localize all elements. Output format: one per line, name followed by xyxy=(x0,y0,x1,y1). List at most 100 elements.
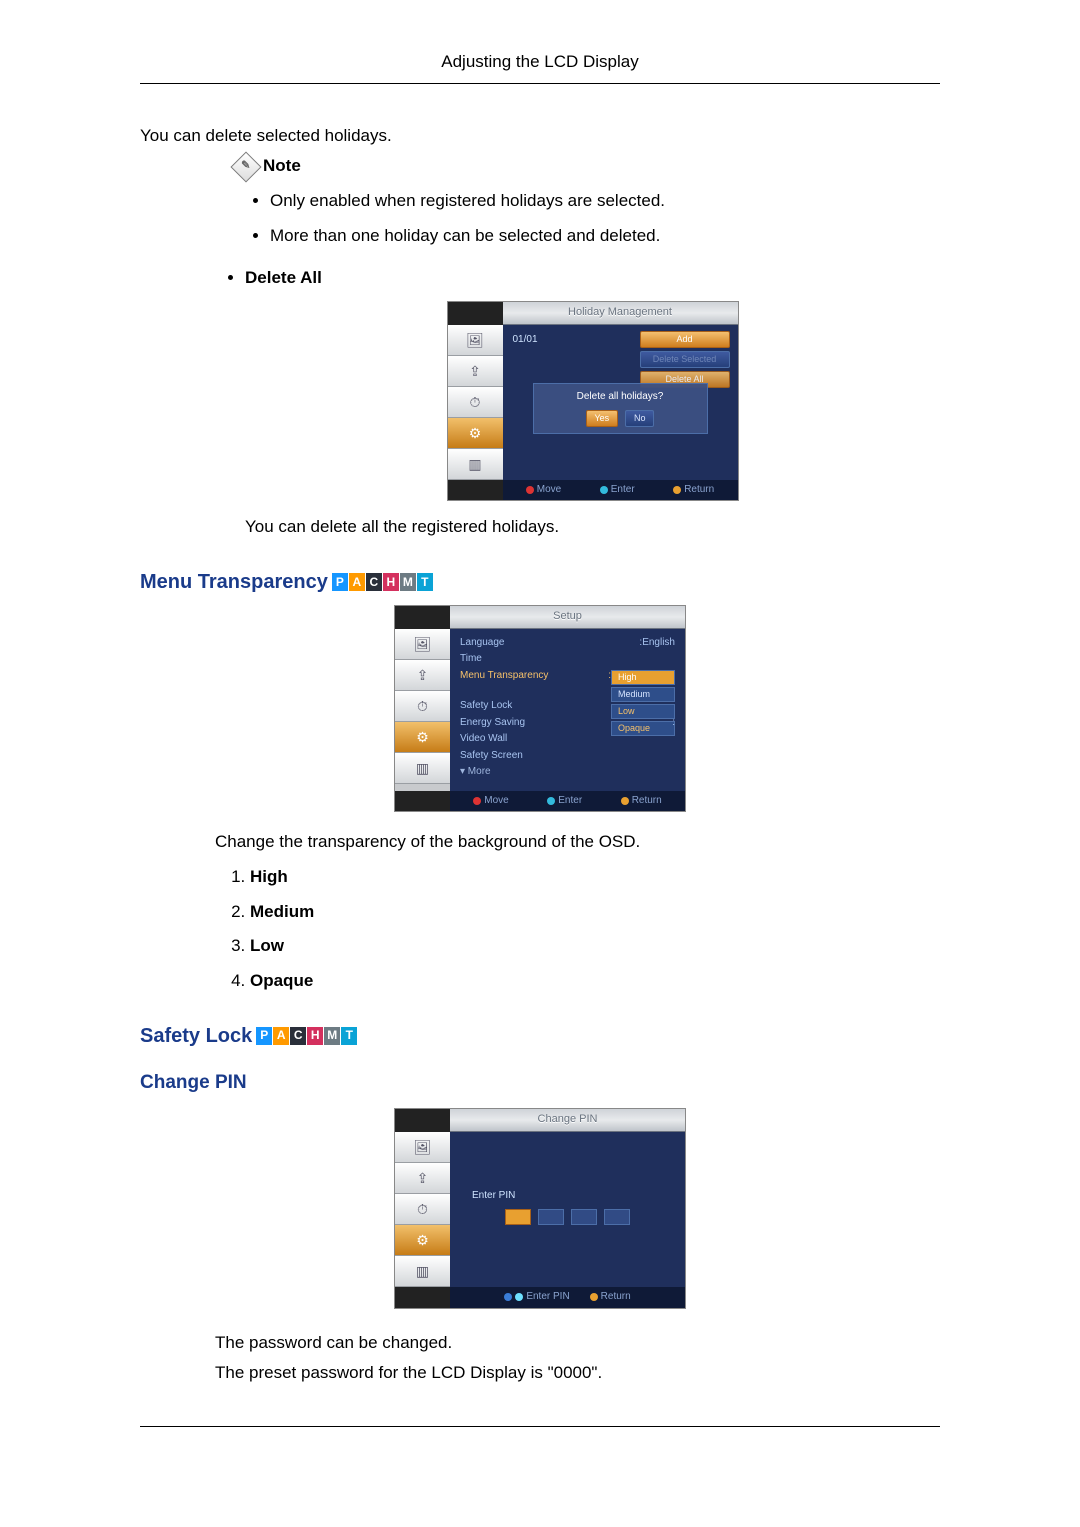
delete-all-block: Delete All Holiday Management 🖼 ⇪ ⏱ ⚙ ▥ … xyxy=(245,266,940,540)
section-safety-lock: Safety Lock P A C H M T xyxy=(140,1022,940,1051)
input-icon[interactable]: ⇪ xyxy=(395,660,450,691)
footer-enter: Enter xyxy=(558,794,582,809)
picture-icon[interactable]: 🖼 xyxy=(395,629,450,660)
pin-desc-1: The password can be changed. xyxy=(215,1331,940,1356)
settings-icon[interactable]: ⚙ xyxy=(395,1225,450,1256)
pin-digit-3[interactable] xyxy=(571,1209,597,1225)
pin-digit-4[interactable] xyxy=(604,1209,630,1225)
chip-c-icon: C xyxy=(366,573,382,591)
clock-icon[interactable]: ⏱ xyxy=(395,691,450,722)
section-menu-transparency: Menu Transparency P A C H M T xyxy=(140,568,940,597)
osd-title: Change PIN xyxy=(450,1109,685,1132)
menu-energy-saving[interactable]: Energy Saving: xyxy=(450,715,685,732)
confirm-dialog: Delete all holidays? Yes No xyxy=(533,383,708,435)
menu-safety-lock[interactable]: Safety Lock xyxy=(450,698,685,715)
dot-icon xyxy=(515,1293,523,1301)
chip-t-icon: T xyxy=(341,1027,357,1045)
footer-move: Move xyxy=(484,794,508,809)
dot-icon xyxy=(473,797,481,805)
input-icon[interactable]: ⇪ xyxy=(448,356,503,387)
chip-h-icon: H xyxy=(307,1027,323,1045)
osd-footer: Move Enter Return xyxy=(503,480,738,501)
footer-return: Return xyxy=(684,483,714,498)
settings-icon[interactable]: ⚙ xyxy=(448,418,503,449)
footer-return: Return xyxy=(601,1290,631,1305)
delete-all-desc: You can delete all the registered holida… xyxy=(245,515,940,540)
chip-m-icon: M xyxy=(324,1027,340,1045)
section-change-pin: Change PIN xyxy=(140,1069,940,1097)
chip-a-icon: A xyxy=(349,573,365,591)
footer-enter: Enter xyxy=(611,483,635,498)
confirm-text: Delete all holidays? xyxy=(540,390,701,405)
chip-c-icon: C xyxy=(290,1027,306,1045)
chip-p-icon: P xyxy=(256,1027,272,1045)
source-chips: P A C H M T xyxy=(332,573,433,591)
menu-time[interactable]: Time xyxy=(450,651,685,668)
osd-change-pin: Change PIN 🖼 ⇪ ⏱ ⚙ ▥ Enter PIN xyxy=(394,1108,686,1308)
input-icon[interactable]: ⇪ xyxy=(395,1163,450,1194)
menu-safety-screen[interactable]: Safety Screen xyxy=(450,748,685,765)
note-item: Only enabled when registered holidays ar… xyxy=(270,189,940,214)
opt-high-text: High xyxy=(250,867,288,886)
dot-icon xyxy=(526,486,534,494)
source-chips: P A C H M T xyxy=(256,1027,357,1045)
chip-m-icon: M xyxy=(400,573,416,591)
footer-rule xyxy=(140,1426,940,1427)
multi-icon[interactable]: ▥ xyxy=(448,449,503,480)
opt-medium-text: Medium xyxy=(250,902,314,921)
osd-footer: Enter PIN Return xyxy=(450,1287,685,1308)
menu-language[interactable]: Language: English xyxy=(450,635,685,652)
dot-icon xyxy=(621,797,629,805)
opt-low-text: Low xyxy=(250,936,284,955)
mt-options-list: High Medium Low Opaque xyxy=(230,865,940,994)
clock-icon[interactable]: ⏱ xyxy=(448,387,503,418)
osd-body: 01/01 Add Delete Selected Delete All Del… xyxy=(503,325,738,480)
picture-icon[interactable]: 🖼 xyxy=(395,1132,450,1163)
no-button[interactable]: No xyxy=(625,410,655,427)
intro-text: You can delete selected holidays. xyxy=(140,124,940,149)
enter-pin-label: Enter PIN xyxy=(472,1189,515,1204)
delete-selected-button[interactable]: Delete Selected xyxy=(640,351,730,368)
footer-move: Move xyxy=(537,483,561,498)
osd-title: Holiday Management xyxy=(503,302,738,325)
section-title-text: Menu Transparency xyxy=(140,568,328,597)
note-item: More than one holiday can be selected an… xyxy=(270,224,940,249)
chip-h-icon: H xyxy=(383,573,399,591)
note-callout: ✎ Note xyxy=(235,154,940,179)
dot-icon xyxy=(504,1293,512,1301)
pin-fields xyxy=(503,1209,631,1231)
osd-footer: Move Enter Return xyxy=(450,791,685,812)
note-label: Note xyxy=(263,154,301,179)
footer-enterpin: Enter PIN xyxy=(526,1290,569,1305)
multi-icon[interactable]: ▥ xyxy=(395,753,450,784)
footer-return: Return xyxy=(632,794,662,809)
osd-sidebar: 🖼 ⇪ ⏱ ⚙ ▥ xyxy=(395,1132,450,1287)
clock-icon[interactable]: ⏱ xyxy=(395,1194,450,1225)
pin-digit-1[interactable] xyxy=(505,1209,531,1225)
dot-icon xyxy=(547,797,555,805)
osd-sidebar: 🖼 ⇪ ⏱ ⚙ ▥ xyxy=(395,629,450,791)
menu-more[interactable]: ▾ More xyxy=(450,764,685,781)
delete-all-heading: Delete All xyxy=(245,268,322,287)
section-title-text: Safety Lock xyxy=(140,1022,252,1051)
pin-desc-2: The preset password for the LCD Display … xyxy=(215,1361,940,1386)
opt-opaque-text: Opaque xyxy=(250,971,313,990)
dot-icon xyxy=(673,486,681,494)
menu-video-wall[interactable]: Video Wall xyxy=(450,731,685,748)
chip-a-icon: A xyxy=(273,1027,289,1045)
note-list: Only enabled when registered holidays ar… xyxy=(270,189,940,248)
picture-icon[interactable]: 🖼 xyxy=(448,325,503,356)
settings-icon[interactable]: ⚙ xyxy=(395,722,450,753)
note-icon: ✎ xyxy=(230,151,261,182)
dot-icon xyxy=(600,486,608,494)
mt-desc: Change the transparency of the backgroun… xyxy=(215,830,940,855)
osd-title: Setup xyxy=(450,606,685,629)
osd-sidebar: 🖼 ⇪ ⏱ ⚙ ▥ xyxy=(448,325,503,480)
osd-setup: Setup 🖼 ⇪ ⏱ ⚙ ▥ Language: English Time M… xyxy=(394,605,686,812)
pin-digit-2[interactable] xyxy=(538,1209,564,1225)
dot-icon xyxy=(590,1293,598,1301)
opt-high[interactable]: High xyxy=(611,670,675,685)
multi-icon[interactable]: ▥ xyxy=(395,1256,450,1287)
yes-button[interactable]: Yes xyxy=(586,410,619,427)
add-button[interactable]: Add xyxy=(640,331,730,348)
